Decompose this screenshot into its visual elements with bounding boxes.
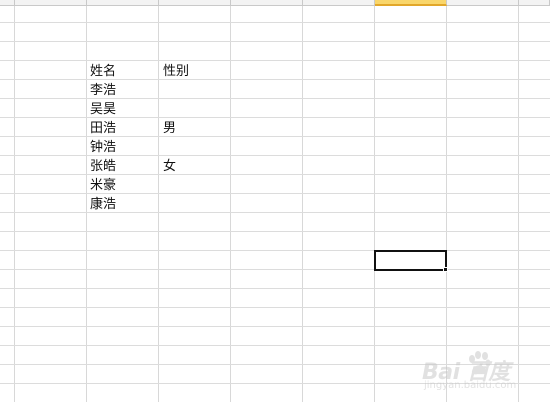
column-header[interactable] [519, 0, 550, 5]
row-gridline [0, 307, 550, 308]
row-gridline [0, 22, 550, 23]
column-gridline [302, 6, 303, 402]
baidu-paw-icon [469, 351, 491, 375]
column-gridline [14, 6, 15, 402]
column-header[interactable] [231, 0, 303, 5]
column-header[interactable] [15, 0, 87, 5]
cell-gender[interactable]: 女 [163, 157, 176, 176]
cell-name[interactable]: 康浩 [90, 195, 116, 214]
watermark-url: jingyan.baidu.com [424, 380, 517, 391]
column-header[interactable] [159, 0, 231, 5]
column-gridline [518, 6, 519, 402]
cell-gender-header[interactable]: 性别 [163, 62, 189, 81]
column-gridline [446, 6, 447, 402]
row-gridline [0, 174, 550, 175]
cell-name[interactable]: 田浩 [90, 119, 116, 138]
row-gridline [0, 231, 550, 232]
column-header[interactable] [87, 0, 159, 5]
column-gridline [374, 6, 375, 402]
cell-name[interactable]: 李浩 [90, 81, 116, 100]
row-gridline [0, 269, 550, 270]
column-gridline [86, 6, 87, 402]
column-header[interactable] [303, 0, 375, 5]
cell-grid[interactable] [0, 6, 550, 402]
row-gridline [0, 136, 550, 137]
row-gridline [0, 60, 550, 61]
row-gridline [0, 41, 550, 42]
row-gridline [0, 326, 550, 327]
row-gridline [0, 212, 550, 213]
cell-name[interactable]: 张皓 [90, 157, 116, 176]
cell-name[interactable]: 米豪 [90, 176, 116, 195]
column-header[interactable] [447, 0, 519, 5]
cell-name[interactable]: 吴昊 [90, 100, 116, 119]
column-header[interactable] [0, 0, 15, 5]
row-gridline [0, 288, 550, 289]
column-gridline [158, 6, 159, 402]
active-cell-selection[interactable] [374, 250, 447, 271]
cell-gender[interactable]: 男 [163, 119, 176, 138]
fill-handle[interactable] [443, 267, 448, 272]
cell-name-header[interactable]: 姓名 [90, 62, 116, 81]
row-gridline [0, 193, 550, 194]
row-gridline [0, 155, 550, 156]
row-gridline [0, 117, 550, 118]
row-gridline [0, 250, 550, 251]
cell-name[interactable]: 钟浩 [90, 138, 116, 157]
column-gridline [230, 6, 231, 402]
baidu-watermark: Bai 百度 jingyan.baidu.com [420, 346, 548, 398]
row-gridline [0, 98, 550, 99]
row-gridline [0, 79, 550, 80]
spreadsheet-view: 姓名 性别 李浩 吴昊 田浩 男 钟浩 张皓 女 米豪 康浩 Bai 百度 ji… [0, 0, 550, 402]
